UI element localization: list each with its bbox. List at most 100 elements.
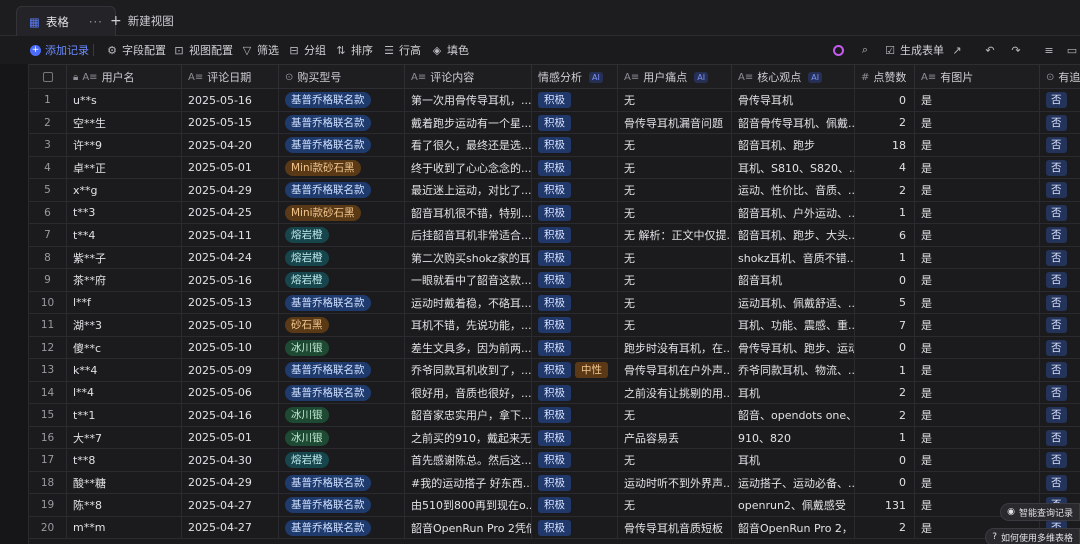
cell-date[interactable]: 2025-04-29 — [182, 179, 279, 201]
cell-pain[interactable]: 无 — [618, 134, 732, 156]
cell-date[interactable]: 2025-05-01 — [182, 426, 279, 449]
cell-pain[interactable]: 运动时听不到外界声... — [618, 471, 732, 494]
cell-sentiment[interactable]: 积极 — [532, 381, 618, 404]
cell-content[interactable]: 一眼就看中了韶音这款... — [405, 269, 532, 291]
cell-pain[interactable]: 无 — [618, 201, 732, 224]
cell-pain[interactable]: 产品容易丢 — [618, 426, 732, 449]
cell-username[interactable]: 大**7 — [67, 426, 182, 449]
table-row[interactable]: 20 m**m 2025-04-27 基普乔格联名款 韶音OpenRun Pro 2凭借… — [29, 516, 1080, 539]
cell-pain[interactable]: 无 — [618, 269, 732, 291]
cell-likes[interactable]: 2 — [855, 381, 915, 404]
cell-model[interactable]: 冰川银 — [279, 404, 405, 426]
row-number[interactable]: 13 — [29, 359, 67, 381]
cell-pain[interactable]: 无 — [618, 179, 732, 201]
cell-pain[interactable]: 之前没有让挑剔的用... — [618, 381, 732, 404]
cell-username[interactable]: x**g — [67, 179, 182, 201]
new-view-button[interactable]: + 新建视图 — [98, 6, 186, 36]
fill-color-button[interactable]: ◈ 填色 — [431, 36, 469, 64]
cell-sentiment[interactable]: 积极 — [532, 449, 618, 471]
cell-has-image[interactable]: 是 — [915, 291, 1040, 314]
cell-sentiment[interactable]: 积极 — [532, 494, 618, 516]
cell-date[interactable]: 2025-05-06 — [182, 381, 279, 404]
cell-sentiment[interactable]: 积极 — [532, 471, 618, 494]
cell-model[interactable]: 基普乔格联名款 — [279, 179, 405, 201]
cell-has-image[interactable]: 是 — [915, 449, 1040, 471]
table-row[interactable]: 9 茶**府 2025-05-16 熔岩橙 一眼就看中了韶音这款... 积极 无 韶音耳机 0 是… — [29, 269, 1080, 292]
cell-date[interactable]: 2025-05-13 — [182, 291, 279, 314]
table-row[interactable]: 15 t**1 2025-04-16 冰川银 韶音家忠实用户，拿下... 积极 无 韶音、op… — [29, 404, 1080, 427]
cell-username[interactable]: l**f — [67, 291, 182, 314]
cell-content[interactable]: 之前买的910，戴起来无... — [405, 426, 532, 449]
cell-core[interactable]: 韶音OpenRun Pro 2，... — [732, 516, 855, 539]
cell-sentiment[interactable]: 积极 — [532, 336, 618, 359]
cell-model[interactable]: 基普乔格联名款 — [279, 516, 405, 539]
row-number[interactable]: 3 — [29, 134, 67, 156]
cell-has-image[interactable]: 是 — [915, 381, 1040, 404]
cell-followup[interactable]: 否 — [1040, 472, 1080, 494]
cell-core[interactable]: openrun2、佩戴感受 — [732, 494, 855, 516]
cell-core[interactable]: 运动搭子、运动必备、... — [732, 471, 855, 494]
cell-followup[interactable]: 否 — [1040, 337, 1080, 359]
cell-has-image[interactable]: 是 — [915, 426, 1040, 449]
cell-sentiment[interactable]: 积极 — [532, 291, 618, 314]
cell-content[interactable]: 差生文具多，因为前两... — [405, 336, 532, 359]
cell-has-image[interactable]: 是 — [915, 314, 1040, 336]
cell-username[interactable]: u**s — [67, 89, 182, 111]
cell-content[interactable]: 由510到800再到现在o... — [405, 494, 532, 516]
cell-content[interactable]: 运动时戴着稳，不硌耳... — [405, 291, 532, 314]
cell-likes[interactable]: 6 — [855, 224, 915, 246]
cell-followup[interactable]: 否 — [1040, 449, 1080, 471]
cell-followup[interactable]: 否 — [1040, 382, 1080, 404]
view-config-button[interactable]: ⊡ 视图配置 — [173, 36, 233, 64]
cell-likes[interactable]: 1 — [855, 426, 915, 449]
table-row[interactable]: 3 许**9 2025-04-20 基普乔格联名款 看了很久，最终还是选... 积极 无 韶音… — [29, 134, 1080, 157]
cell-date[interactable]: 2025-05-10 — [182, 336, 279, 359]
cell-username[interactable]: t**8 — [67, 449, 182, 471]
cell-date[interactable]: 2025-04-30 — [182, 449, 279, 471]
row-number[interactable]: 10 — [29, 291, 67, 314]
cell-date[interactable]: 2025-04-25 — [182, 201, 279, 224]
cell-core[interactable]: 韶音耳机、户外运动、... — [732, 201, 855, 224]
help-button[interactable]: ? 如何使用多维表格 — [985, 528, 1080, 544]
cell-core[interactable]: 运动、性价比、音质、... — [732, 179, 855, 201]
cell-username[interactable]: 酸**糖 — [67, 471, 182, 494]
cell-likes[interactable]: 1 — [855, 246, 915, 269]
cell-pain[interactable]: 无 — [618, 449, 732, 471]
table-row[interactable]: 2 空**生 2025-05-15 基普乔格联名款 戴着跑步运动有一个星... 积极 骨传导… — [29, 111, 1080, 134]
cell-sentiment[interactable]: 积极 — [532, 134, 618, 156]
cell-has-image[interactable]: 是 — [915, 89, 1040, 111]
cell-username[interactable]: 空**生 — [67, 111, 182, 134]
cell-sentiment[interactable]: 积极 — [532, 156, 618, 179]
cell-core[interactable]: 韶音耳机 — [732, 269, 855, 291]
cell-pain[interactable]: 无 — [618, 314, 732, 336]
table-row[interactable]: 11 湖**3 2025-05-10 砂石黑 耳机不错，先说功能，... 积极 无 耳机、功能… — [29, 314, 1080, 337]
cell-followup[interactable]: 否 — [1040, 314, 1080, 336]
table-row[interactable]: 18 酸**糖 2025-04-29 基普乔格联名款 #我的运动搭子 好东西... 积极 运… — [29, 471, 1080, 494]
cell-date[interactable]: 2025-04-27 — [182, 516, 279, 539]
share-button[interactable]: ↗ — [951, 36, 963, 64]
cell-model[interactable]: 基普乔格联名款 — [279, 111, 405, 134]
cell-has-image[interactable]: 是 — [915, 201, 1040, 224]
cell-followup[interactable]: 否 — [1040, 224, 1080, 246]
cell-model[interactable]: 基普乔格联名款 — [279, 359, 405, 381]
cell-sentiment[interactable]: 积极 — [532, 314, 618, 336]
column-header-model[interactable]: ⊙ 购买型号 — [279, 65, 405, 89]
cell-core[interactable]: 骨传导耳机 — [732, 89, 855, 111]
cell-pain[interactable]: 无 — [618, 156, 732, 179]
cell-core[interactable]: 耳机 — [732, 449, 855, 471]
cell-followup[interactable]: 否 — [1040, 359, 1080, 381]
column-header-pain[interactable]: A≡ 用户痛点 AI — [618, 65, 732, 89]
column-header-sentiment[interactable]: 情感分析 AI — [532, 65, 618, 89]
cell-pain[interactable]: 无 — [618, 246, 732, 269]
cell-pain[interactable]: 无 — [618, 404, 732, 426]
cell-likes[interactable]: 1 — [855, 201, 915, 224]
row-number[interactable]: 9 — [29, 269, 67, 291]
cell-followup[interactable]: 否 — [1040, 292, 1080, 314]
cell-core[interactable]: 耳机 — [732, 381, 855, 404]
cell-content[interactable]: 后挂韶音耳机非常适合... — [405, 224, 532, 246]
cell-followup[interactable]: 否 — [1040, 112, 1080, 134]
table-row[interactable]: 1 u**s 2025-05-16 基普乔格联名款 第一次用骨传导耳机，... 积极 无 骨传… — [29, 89, 1080, 112]
cell-has-image[interactable]: 是 — [915, 224, 1040, 246]
table-row[interactable]: 12 傻**c 2025-05-10 冰川银 差生文具多，因为前两... 积极 跑步时没有耳… — [29, 336, 1080, 359]
cell-model[interactable]: 基普乔格联名款 — [279, 134, 405, 156]
